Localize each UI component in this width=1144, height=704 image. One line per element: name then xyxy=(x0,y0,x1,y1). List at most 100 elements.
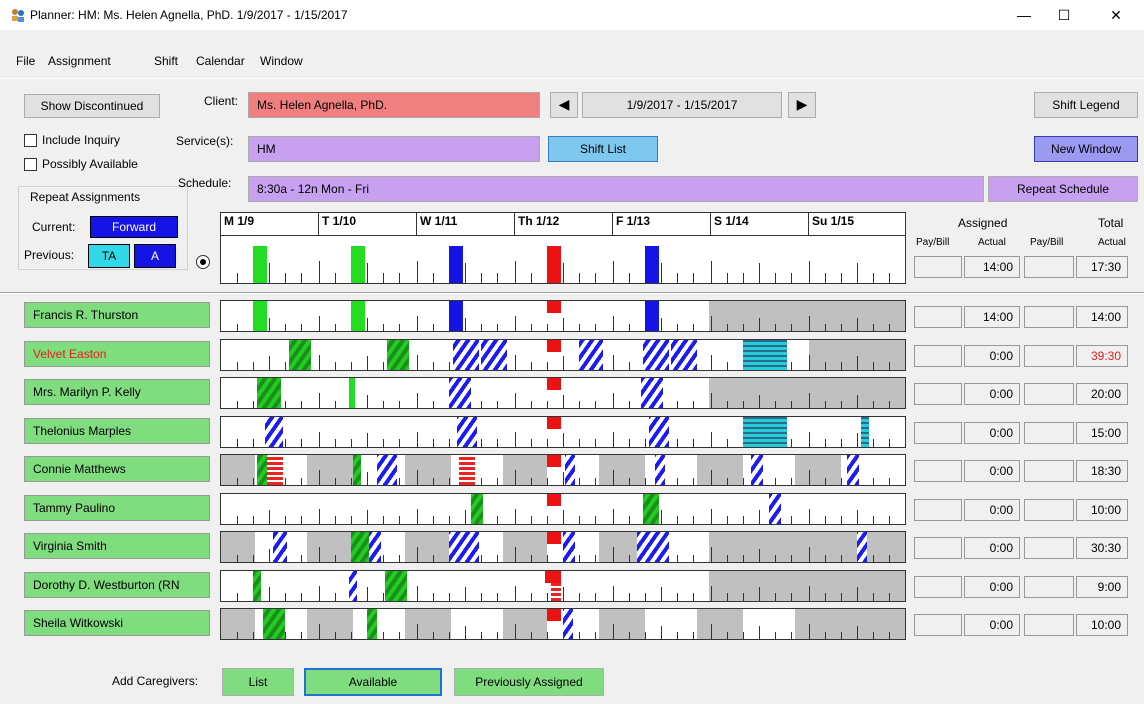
availability-block[interactable] xyxy=(743,416,787,447)
menu-calendar[interactable]: Calendar xyxy=(196,54,245,68)
schedule-field[interactable]: 8:30a - 12n Mon - Fri xyxy=(248,176,984,202)
availability-block[interactable] xyxy=(547,301,561,313)
next-week-button[interactable]: ▶ xyxy=(788,92,816,118)
show-discontinued-button[interactable]: Show Discontinued xyxy=(24,94,160,118)
caregiver-timeline[interactable] xyxy=(220,531,906,563)
availability-block[interactable] xyxy=(655,455,665,485)
availability-block[interactable] xyxy=(847,455,859,485)
availability-block[interactable] xyxy=(857,532,867,562)
availability-block[interactable] xyxy=(449,301,463,331)
availability-block[interactable] xyxy=(263,609,285,639)
maximize-button[interactable]: ☐ xyxy=(1044,4,1084,26)
availability-block[interactable] xyxy=(769,493,781,524)
availability-block[interactable] xyxy=(545,570,561,583)
availability-block[interactable] xyxy=(751,455,763,485)
availability-block[interactable] xyxy=(471,493,483,524)
possibly-available-checkbox[interactable] xyxy=(24,158,37,171)
availability-block[interactable] xyxy=(547,378,561,390)
include-inquiry-checkbox[interactable] xyxy=(24,134,37,147)
availability-block[interactable] xyxy=(645,301,659,331)
availability-block[interactable] xyxy=(861,416,869,447)
caregiver-timeline[interactable] xyxy=(220,300,906,332)
client-field[interactable]: Ms. Helen Agnella, PhD. xyxy=(248,92,540,118)
caregiver-timeline[interactable] xyxy=(220,454,906,486)
availability-block[interactable] xyxy=(565,455,575,485)
availability-block[interactable] xyxy=(273,532,287,562)
add-previously-assigned-button[interactable]: Previously Assigned xyxy=(454,668,604,696)
availability-block[interactable] xyxy=(457,416,477,447)
previous-week-button[interactable]: ◀ xyxy=(550,92,578,118)
scheduled-shift-tue[interactable] xyxy=(351,246,365,283)
availability-block[interactable] xyxy=(551,582,561,601)
current-forward-button[interactable]: Forward xyxy=(90,216,178,238)
availability-block[interactable] xyxy=(643,493,659,524)
availability-block[interactable] xyxy=(481,339,507,370)
caregiver-name-button[interactable]: Tammy Paulino xyxy=(24,494,210,521)
caregiver-name-button[interactable]: Connie Matthews xyxy=(24,456,210,482)
availability-block[interactable] xyxy=(563,609,573,639)
caregiver-name-button[interactable]: Velvet Easton xyxy=(24,340,210,367)
scheduled-shift-fri[interactable] xyxy=(645,246,659,283)
caregiver-timeline[interactable] xyxy=(220,338,906,371)
availability-block[interactable] xyxy=(459,455,475,485)
availability-block[interactable] xyxy=(641,378,663,408)
availability-block[interactable] xyxy=(547,532,561,544)
availability-block[interactable] xyxy=(643,339,669,370)
availability-block[interactable] xyxy=(453,339,479,370)
availability-block[interactable] xyxy=(257,378,281,408)
availability-block[interactable] xyxy=(637,532,669,562)
availability-block[interactable] xyxy=(369,532,381,562)
repeat-schedule-button[interactable]: Repeat Schedule xyxy=(988,176,1138,202)
caregiver-name-button[interactable]: Virginia Smith xyxy=(24,533,210,559)
menu-shift[interactable]: Shift xyxy=(154,54,178,68)
menu-window[interactable]: Window xyxy=(260,54,303,68)
scheduled-shift-mon[interactable] xyxy=(253,246,267,283)
availability-block[interactable] xyxy=(351,301,365,331)
availability-block[interactable] xyxy=(267,455,283,485)
availability-block[interactable] xyxy=(367,609,377,639)
availability-block[interactable] xyxy=(385,570,407,601)
availability-block[interactable] xyxy=(579,339,603,370)
shift-list-button[interactable]: Shift List xyxy=(548,136,658,162)
schedule-radio[interactable] xyxy=(196,255,210,269)
minimize-button[interactable]: — xyxy=(1004,4,1044,26)
availability-block[interactable] xyxy=(449,378,471,408)
availability-block[interactable] xyxy=(547,493,561,506)
new-window-button[interactable]: New Window xyxy=(1034,136,1138,162)
menu-file[interactable]: File xyxy=(16,54,35,68)
availability-block[interactable] xyxy=(377,455,397,485)
availability-block[interactable] xyxy=(349,570,357,601)
shift-legend-button[interactable]: Shift Legend xyxy=(1034,92,1138,118)
caregiver-timeline[interactable] xyxy=(220,492,906,525)
caregiver-name-button[interactable]: Thelonius Marples xyxy=(24,417,210,444)
caregiver-timeline[interactable] xyxy=(220,377,906,409)
services-field[interactable]: HM xyxy=(248,136,540,162)
availability-block[interactable] xyxy=(253,301,267,331)
availability-block[interactable] xyxy=(743,339,787,370)
add-list-button[interactable]: List xyxy=(222,668,294,696)
availability-block[interactable] xyxy=(349,378,355,408)
menu-assignment[interactable]: Assignment xyxy=(48,54,111,68)
caregiver-name-button[interactable]: Dorothy D. Westburton (RN xyxy=(24,571,210,598)
scheduled-shift-thu[interactable] xyxy=(547,246,561,283)
availability-block[interactable] xyxy=(547,339,561,352)
availability-block[interactable] xyxy=(649,416,669,447)
caregiver-timeline[interactable] xyxy=(220,608,906,640)
availability-block[interactable] xyxy=(563,532,575,562)
caregiver-name-button[interactable]: Francis R. Thurston xyxy=(24,302,210,328)
caregiver-name-button[interactable]: Mrs. Marilyn P. Kelly xyxy=(24,379,210,405)
caregiver-name-button[interactable]: Sheila Witkowski xyxy=(24,610,210,636)
availability-block[interactable] xyxy=(547,416,561,429)
availability-block[interactable] xyxy=(387,339,409,370)
availability-block[interactable] xyxy=(547,455,561,467)
caregiver-timeline[interactable] xyxy=(220,569,906,602)
availability-block[interactable] xyxy=(547,609,561,621)
availability-block[interactable] xyxy=(353,455,361,485)
availability-block[interactable] xyxy=(253,570,261,601)
add-available-button[interactable]: Available xyxy=(304,668,442,696)
availability-block[interactable] xyxy=(449,532,479,562)
availability-block[interactable] xyxy=(671,339,697,370)
availability-block[interactable] xyxy=(351,532,369,562)
previous-a-button[interactable]: A xyxy=(134,244,176,268)
close-button[interactable]: ✕ xyxy=(1096,4,1136,26)
